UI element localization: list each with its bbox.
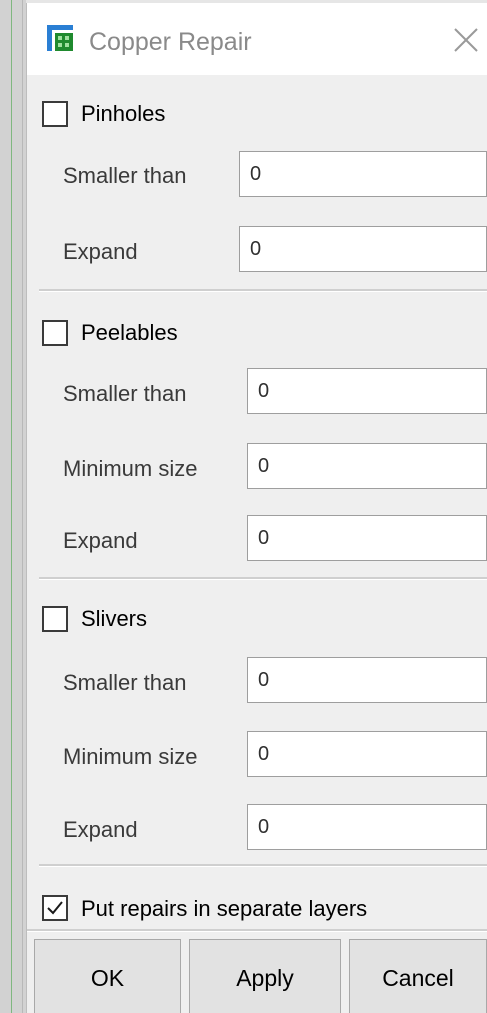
peelables-expand-input[interactable] <box>247 515 487 561</box>
peelables-expand-label: Expand <box>63 528 138 553</box>
section-separator <box>39 864 487 867</box>
pinholes-smaller-than-input[interactable] <box>239 151 487 197</box>
copper-repair-dialog: Copper Repair Pinholes Smaller than Expa… <box>26 3 487 1013</box>
separate-layers-checkbox[interactable] <box>42 895 68 921</box>
slivers-checkbox[interactable] <box>42 606 68 632</box>
peelables-label: Peelables <box>81 320 178 345</box>
peelables-minimum-size-label: Minimum size <box>63 456 198 481</box>
cancel-button[interactable]: Cancel <box>349 939 487 1013</box>
slivers-expand-label: Expand <box>63 817 138 842</box>
checkmark-icon <box>47 901 63 915</box>
close-icon[interactable] <box>447 21 485 59</box>
dialog-title: Copper Repair <box>89 28 252 56</box>
slivers-smaller-than-label: Smaller than <box>63 670 187 695</box>
pinholes-expand-input[interactable] <box>239 226 487 272</box>
peelables-checkbox[interactable] <box>42 320 68 346</box>
pinholes-checkbox[interactable] <box>42 101 68 127</box>
slivers-minimum-size-input[interactable] <box>247 731 487 777</box>
peelables-smaller-than-input[interactable] <box>247 368 487 414</box>
slivers-label: Slivers <box>81 606 148 631</box>
ok-button[interactable]: OK <box>34 939 181 1013</box>
background-guide-line <box>11 0 12 1013</box>
button-bar-separator <box>27 929 487 932</box>
peelables-minimum-size-input[interactable] <box>247 443 487 489</box>
apply-button[interactable]: Apply <box>189 939 341 1013</box>
section-separator <box>39 577 487 580</box>
pinholes-smaller-than-label: Smaller than <box>63 163 187 188</box>
pcb-app-icon <box>47 25 73 51</box>
pinholes-label: Pinholes <box>81 101 166 126</box>
slivers-minimum-size-label: Minimum size <box>63 744 198 769</box>
peelables-smaller-than-label: Smaller than <box>63 381 187 406</box>
background-divider <box>22 0 23 1013</box>
slivers-smaller-than-input[interactable] <box>247 657 487 703</box>
slivers-expand-input[interactable] <box>247 804 487 850</box>
separate-layers-label: Put repairs in separate layers <box>81 896 368 921</box>
pinholes-expand-label: Expand <box>63 239 138 264</box>
title-bar[interactable]: Copper Repair <box>27 3 487 75</box>
section-separator <box>39 289 487 292</box>
